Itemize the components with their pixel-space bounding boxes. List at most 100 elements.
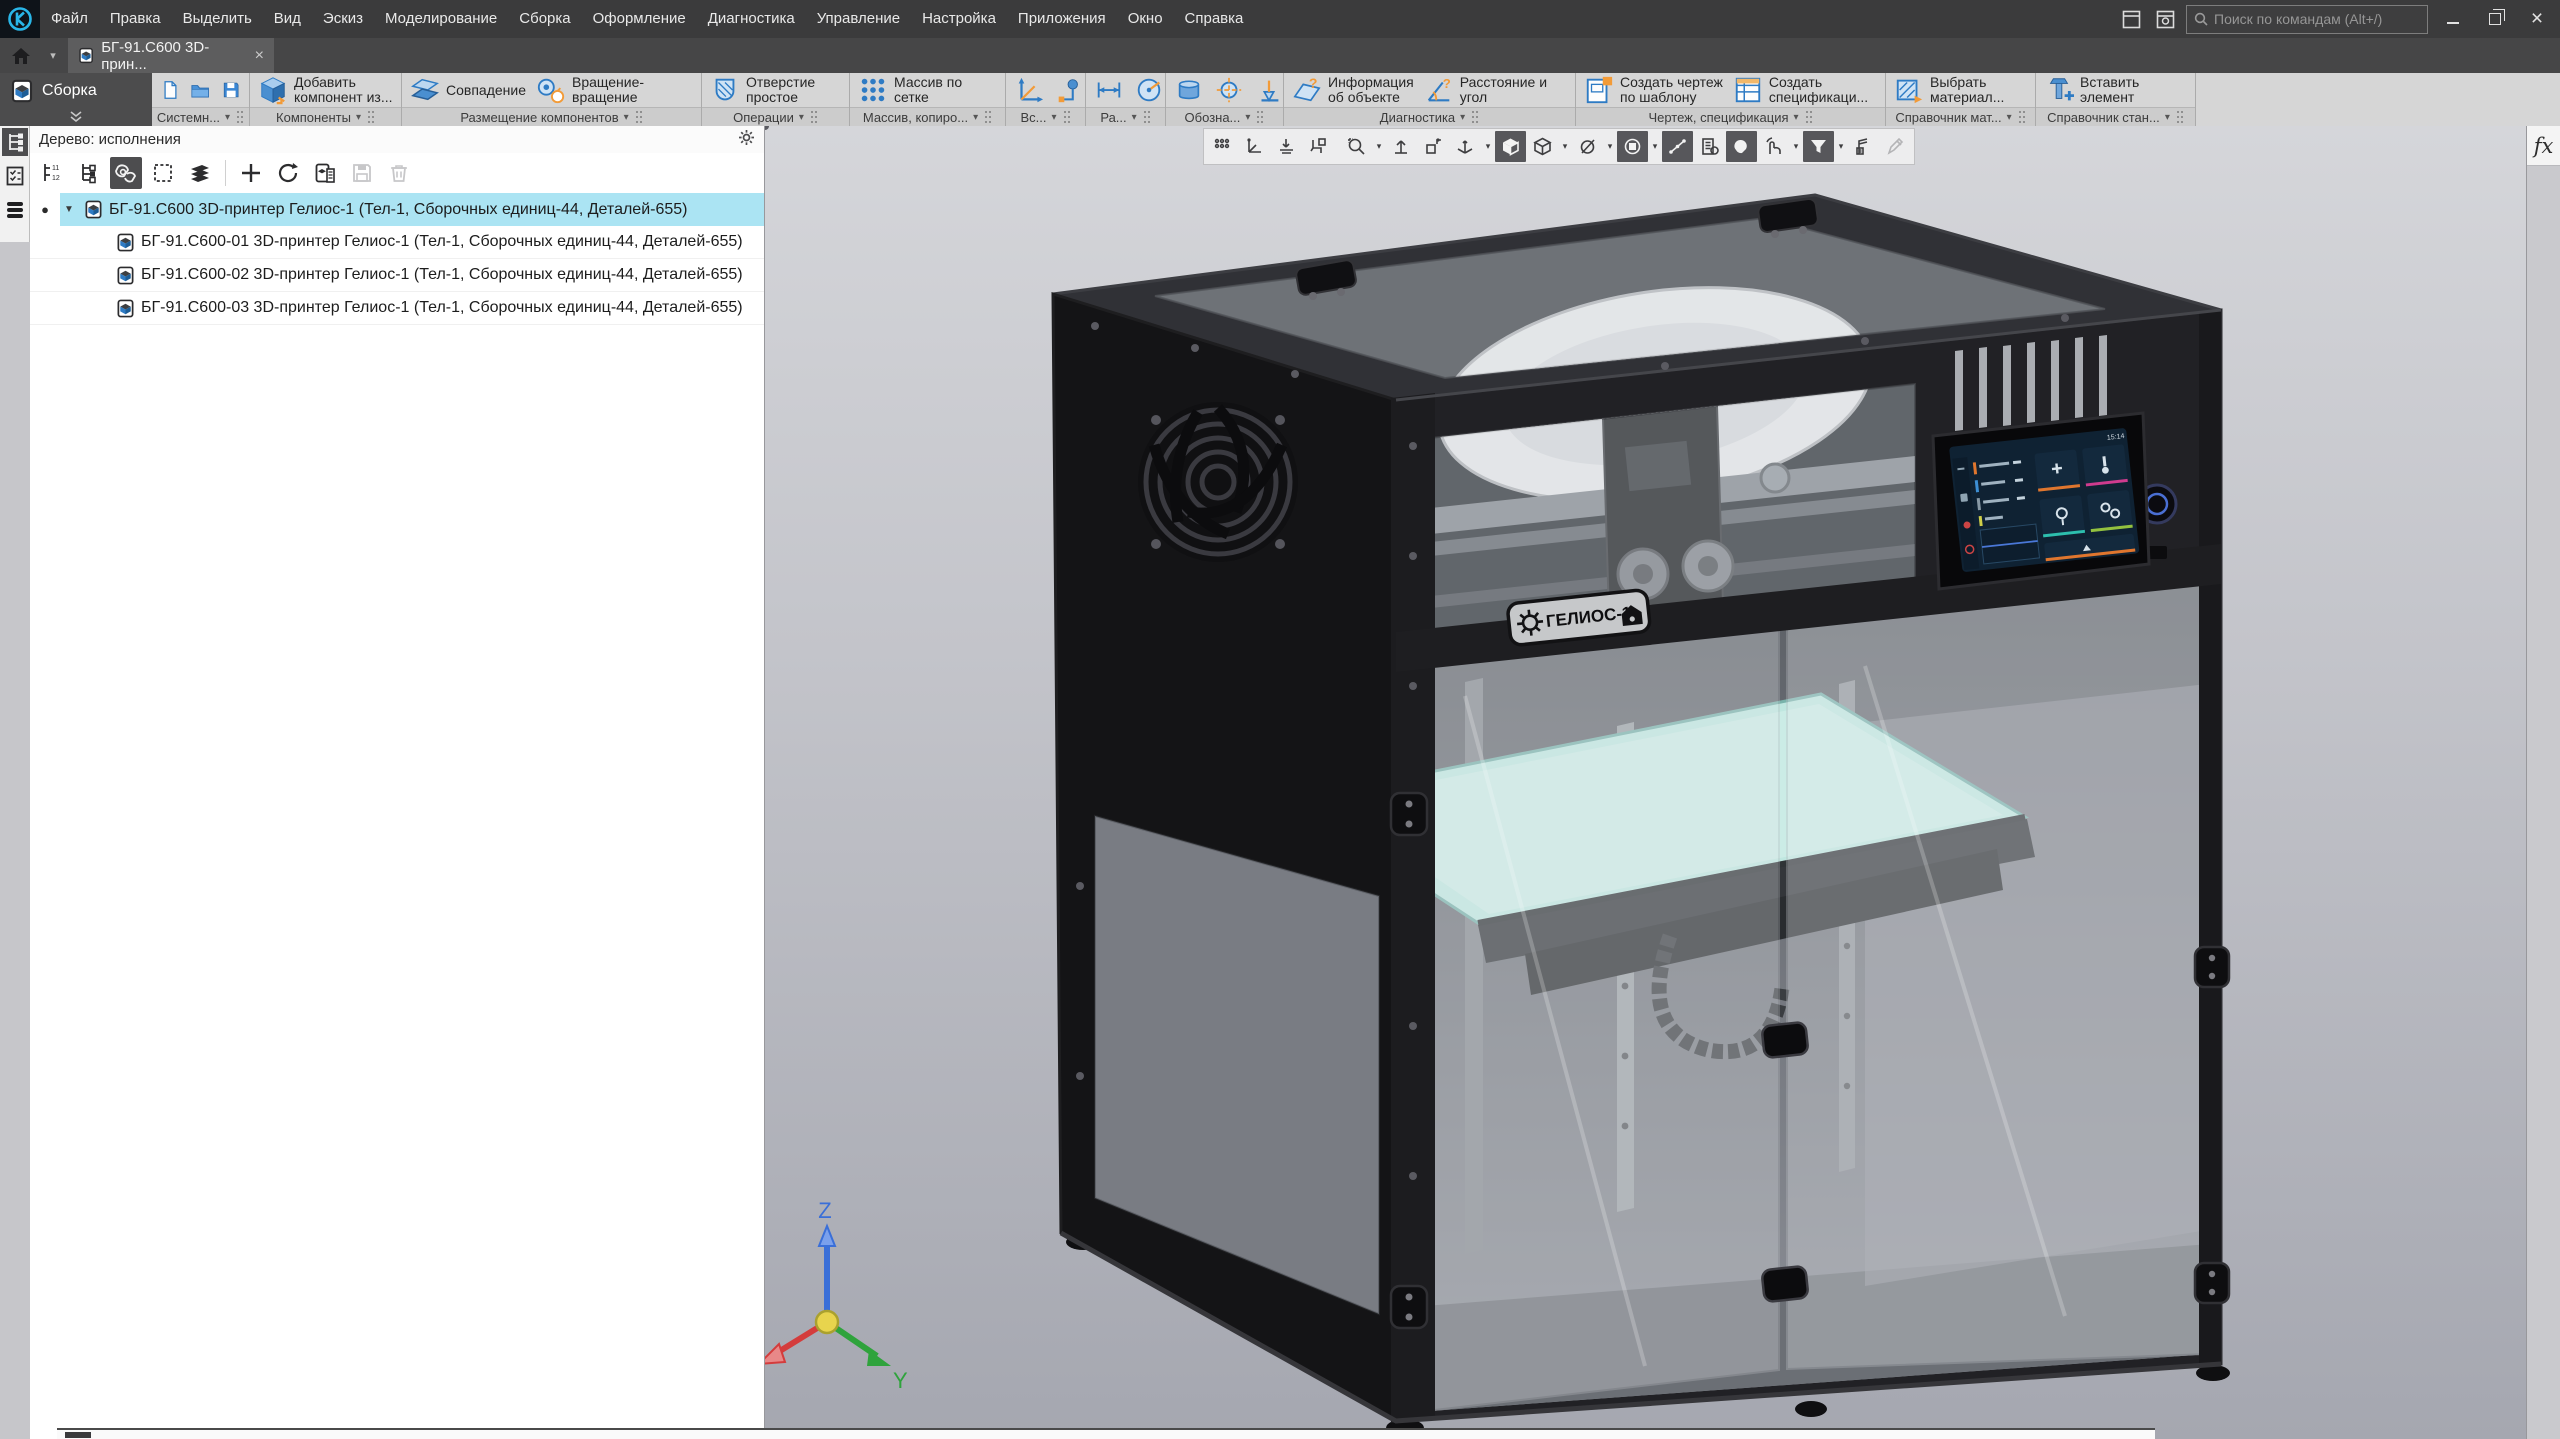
create-drawing-button[interactable]: Создать чертежпо шаблону bbox=[1584, 75, 1723, 105]
home-button[interactable] bbox=[0, 38, 42, 73]
zoom-frame-button[interactable] bbox=[1341, 131, 1372, 162]
document-tab[interactable]: БГ-91.С600 3D-прин... × bbox=[68, 38, 274, 73]
chevron-down-icon[interactable]: ▾ bbox=[1482, 131, 1494, 162]
tree-row-root[interactable]: ● ▼ БГ-91.С600 3D-принтер Гелиос-1 (Тел-… bbox=[30, 193, 764, 226]
mode-selector[interactable]: Сборка bbox=[0, 73, 152, 126]
simple-hole-button[interactable]: Отверстиепростое bbox=[710, 75, 815, 105]
shaded-display-button[interactable] bbox=[1495, 131, 1526, 162]
chevron-down-icon[interactable]: ▾ bbox=[1835, 131, 1847, 162]
save-icon[interactable] bbox=[221, 75, 241, 105]
tree-row-variant-02[interactable]: БГ-91.С600-02 3D-принтер Гелиос-1 (Тел-1… bbox=[30, 259, 764, 292]
coincidence-button[interactable]: Совпадение bbox=[410, 75, 526, 105]
panel-layout-icon[interactable] bbox=[2118, 8, 2144, 30]
touchscreen[interactable]: 15:14 bbox=[1933, 413, 2149, 589]
menu-edit[interactable]: Правка bbox=[99, 0, 172, 38]
cylinder-designation-icon[interactable] bbox=[1174, 75, 1204, 105]
menu-layout[interactable]: Оформление bbox=[582, 0, 697, 38]
chevron-down-icon[interactable]: ▾ bbox=[1649, 131, 1661, 162]
menu-window[interactable]: Окно bbox=[1117, 0, 1174, 38]
ground-placement-button[interactable] bbox=[1271, 131, 1302, 162]
menu-settings[interactable]: Настройка bbox=[911, 0, 1007, 38]
printer-3d-model[interactable]: 15:14 bbox=[765, 126, 2526, 1439]
menu-sketch[interactable]: Эскиз bbox=[312, 0, 374, 38]
menu-select[interactable]: Выделить bbox=[172, 0, 263, 38]
hide-objects-button[interactable] bbox=[1572, 131, 1603, 162]
restore-button[interactable] bbox=[2478, 2, 2512, 36]
section-view-button[interactable] bbox=[1617, 131, 1648, 162]
menu-view[interactable]: Вид bbox=[263, 0, 312, 38]
local-cs-button[interactable] bbox=[1239, 131, 1270, 162]
update-component-button[interactable] bbox=[272, 157, 304, 189]
structure-tree-view-button[interactable] bbox=[73, 157, 105, 189]
gear-icon[interactable] bbox=[738, 129, 755, 150]
ribbon-collapse-chevron[interactable] bbox=[0, 108, 152, 126]
reference-sheet-button[interactable] bbox=[1694, 131, 1725, 162]
command-search[interactable] bbox=[2186, 5, 2428, 34]
expander-icon[interactable]: ▼ bbox=[60, 204, 78, 215]
open-document-icon[interactable] bbox=[190, 75, 210, 105]
menu-file[interactable]: Файл bbox=[40, 0, 99, 38]
axis-designation-icon[interactable] bbox=[1214, 75, 1244, 105]
materials-display-button[interactable] bbox=[1726, 131, 1757, 162]
menu-modeling[interactable]: Моделирование bbox=[374, 0, 508, 38]
tree-panel-tab[interactable] bbox=[2, 128, 28, 156]
tree-row-variant-03[interactable]: БГ-91.С600-03 3D-принтер Гелиос-1 (Тел-1… bbox=[30, 292, 764, 325]
layers-button[interactable] bbox=[184, 157, 216, 189]
chevron-down-icon[interactable]: ▾ bbox=[1790, 131, 1802, 162]
grid-array-button[interactable]: Массив посетке bbox=[858, 75, 962, 105]
specification-button[interactable] bbox=[309, 157, 341, 189]
menu-assembly[interactable]: Сборка bbox=[508, 0, 581, 38]
touch-rotate-button[interactable] bbox=[1758, 131, 1789, 162]
components-view-button[interactable] bbox=[110, 157, 142, 189]
search-input[interactable] bbox=[2214, 11, 2420, 27]
control-points-button[interactable] bbox=[1662, 131, 1693, 162]
wireframe-display-button[interactable] bbox=[1527, 131, 1558, 162]
menu-applications[interactable]: Приложения bbox=[1007, 0, 1117, 38]
point-icon[interactable] bbox=[1054, 75, 1084, 105]
eyedropper-button-disabled[interactable] bbox=[1880, 131, 1911, 162]
chevron-down-icon[interactable]: ▾ bbox=[1559, 131, 1571, 162]
object-info-button[interactable]: Информацияоб объекте bbox=[1292, 75, 1414, 105]
minimize-button[interactable] bbox=[2436, 2, 2470, 36]
numbered-tree-view-button[interactable]: 1112 bbox=[36, 157, 68, 189]
filter-button[interactable] bbox=[1803, 131, 1834, 162]
toolbar-grip-icon[interactable] bbox=[1207, 131, 1238, 162]
distance-angle-button[interactable]: Расстояние иугол bbox=[1424, 75, 1547, 105]
panel-menu-icon[interactable] bbox=[2, 196, 28, 224]
move-component-button[interactable] bbox=[1418, 131, 1449, 162]
menu-diagnostics[interactable]: Диагностика bbox=[697, 0, 806, 38]
orientation-button[interactable] bbox=[1450, 131, 1481, 162]
graphics-viewport[interactable]: ▾ ▾ ▾ ▾ ▾ ▾ ▾ bbox=[765, 126, 2526, 1439]
parameters-panel-tab[interactable] bbox=[2, 162, 28, 190]
chevron-down-icon[interactable]: ▾ bbox=[1604, 131, 1616, 162]
create-specification-button[interactable]: Создатьспецификаци... bbox=[1733, 75, 1868, 105]
close-button[interactable]: × bbox=[2520, 2, 2554, 36]
door-glass[interactable] bbox=[1417, 578, 2209, 1412]
menu-management[interactable]: Управление bbox=[806, 0, 911, 38]
select-material-button[interactable]: Выбратьматериал... bbox=[1894, 75, 2004, 105]
tab-close-icon[interactable]: × bbox=[255, 47, 264, 65]
delete-tree-button-disabled[interactable] bbox=[383, 157, 415, 189]
new-document-icon[interactable] bbox=[160, 75, 180, 105]
variables-fx-button[interactable]: fx bbox=[2527, 126, 2560, 166]
datum-designation-icon[interactable] bbox=[1254, 75, 1284, 105]
app-logo-icon[interactable] bbox=[0, 0, 40, 38]
add-item-button[interactable] bbox=[235, 157, 267, 189]
insert-element-button[interactable]: Вставитьэлемент bbox=[2044, 75, 2139, 105]
add-component-button[interactable]: Добавитькомпонент из... bbox=[258, 75, 393, 105]
linear-dimension-icon[interactable] bbox=[1094, 75, 1124, 105]
component-placement-button[interactable] bbox=[1303, 131, 1334, 162]
radial-dimension-icon[interactable] bbox=[1134, 75, 1164, 105]
tab-list-caret[interactable]: ▾ bbox=[42, 38, 64, 73]
save-tree-button-disabled[interactable] bbox=[346, 157, 378, 189]
tree-row-variant-01[interactable]: БГ-91.С600-01 3D-принтер Гелиос-1 (Тел-1… bbox=[30, 226, 764, 259]
measure-tool-button[interactable] bbox=[1848, 131, 1879, 162]
chevron-down-icon[interactable]: ▾ bbox=[1373, 131, 1385, 162]
menu-help[interactable]: Справка bbox=[1174, 0, 1255, 38]
marquee-select-button[interactable] bbox=[147, 157, 179, 189]
auxiliary-axes-icon[interactable] bbox=[1014, 75, 1044, 105]
pan-view-button[interactable] bbox=[1386, 131, 1417, 162]
rotation-rotation-button[interactable]: Вращение-вращение bbox=[536, 75, 644, 105]
window-settings-icon[interactable] bbox=[2152, 8, 2178, 30]
collapsed-bottom-panel[interactable] bbox=[57, 1428, 2155, 1439]
